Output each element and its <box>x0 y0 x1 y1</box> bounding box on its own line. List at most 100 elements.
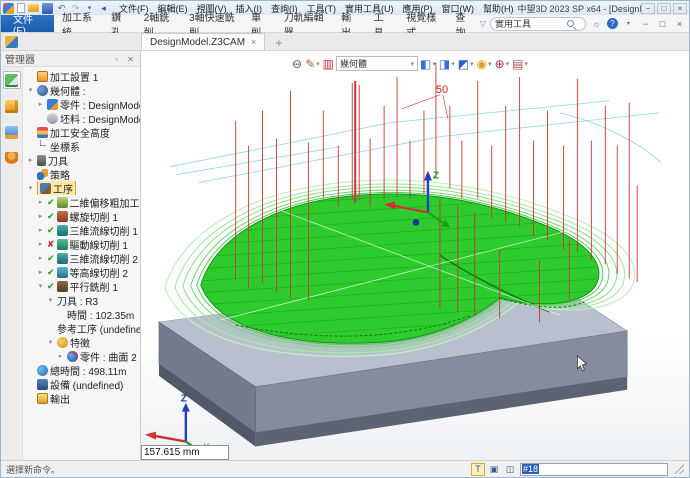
doc-close-button[interactable]: × <box>673 17 686 30</box>
qat-collapse-icon[interactable]: ◂ <box>98 3 109 14</box>
chevron-down-icon[interactable]: ▾ <box>506 60 510 68</box>
tree-item[interactable]: 加工設置 1 <box>23 69 140 83</box>
frame-icon <box>37 141 48 152</box>
expander-icon[interactable]: ▸ <box>36 212 45 220</box>
tree-item[interactable]: 總時間 : 498.11m <box>23 363 140 377</box>
ribbon-tab-4[interactable]: 車削 <box>243 15 276 32</box>
display-icon[interactable]: ▣ <box>487 463 501 476</box>
expander-icon[interactable]: ▸ <box>36 198 45 206</box>
chevron-down-icon[interactable]: ▾ <box>451 60 455 68</box>
expander-icon[interactable]: ▾ <box>46 338 55 346</box>
tree-item[interactable]: 輸出 <box>23 391 140 405</box>
cam-manager-icon[interactable] <box>3 71 21 89</box>
chevron-down-icon[interactable]: ▾ <box>432 60 436 68</box>
tree-item[interactable]: 策略 <box>23 167 140 181</box>
expander-icon[interactable]: ▾ <box>46 296 55 304</box>
tree-item[interactable]: 坐標系 <box>23 139 140 153</box>
ribbon-tab-3[interactable]: 3軸快速銑削 <box>181 15 243 32</box>
tree-item[interactable]: ▸零件 : 曲面 2 <box>23 349 140 363</box>
status-command-input[interactable]: #18 <box>520 463 668 476</box>
tree-item[interactable]: ▾✔平行銑削 1 <box>23 279 140 293</box>
close-button[interactable]: × <box>673 3 687 14</box>
expander-icon[interactable]: ▸ <box>26 156 35 164</box>
tree-item[interactable]: 參考工序 (undefined) <box>23 321 140 335</box>
tree-item[interactable]: ▸✘驅動線切削 1 <box>23 237 140 251</box>
expander-icon[interactable]: ▸ <box>56 352 65 360</box>
manager-dock-icon[interactable]: ▫ <box>111 53 122 64</box>
chevron-down-icon[interactable]: ▾ <box>488 60 492 68</box>
document-tab-close-icon[interactable]: × <box>251 37 256 47</box>
help-dropdown-icon[interactable]: ▾ <box>622 17 635 30</box>
tree-item[interactable]: 時間 : 102.35m <box>23 307 140 321</box>
tree-item[interactable]: ▸✔等高線切削 2 <box>23 265 140 279</box>
tree-item[interactable]: ▸零件 : DesignModel (1) < D <box>23 97 140 111</box>
minimize-button[interactable]: − <box>641 3 655 14</box>
tree-item[interactable]: 坯料 : DesignModel_坯料. <box>23 111 140 125</box>
tree-item[interactable]: 加工安全高度 <box>23 125 140 139</box>
visualize-icon[interactable] <box>3 123 21 141</box>
chevron-down-icon[interactable]: ▾ <box>524 60 528 68</box>
ribbon-tab-1[interactable]: 鑽孔 <box>103 15 136 32</box>
tree-item[interactable]: ▾特徵 <box>23 335 140 349</box>
maximize-button[interactable]: □ <box>657 3 671 14</box>
exit-icon[interactable]: ⊖ <box>291 57 303 71</box>
tree-item[interactable]: ▸✔二維偏移粗加工 1 <box>23 195 140 209</box>
new-document-tab-button[interactable]: + <box>265 36 292 50</box>
expander-icon[interactable]: ▸ <box>36 100 45 108</box>
tab-file[interactable]: 文件(F) <box>1 15 54 32</box>
target-icon[interactable]: ⊕▾ <box>494 57 511 71</box>
expander-icon[interactable]: ▸ <box>36 254 45 262</box>
section-icon[interactable]: ▤▾ <box>511 57 529 71</box>
help-icon[interactable]: ? <box>607 18 618 29</box>
wireframe-cube-icon[interactable]: ◨▾ <box>438 57 456 71</box>
save-icon[interactable] <box>42 3 53 14</box>
viewport-canvas[interactable]: 50 Z <box>141 51 689 460</box>
shaded-cube-icon[interactable]: ◧▾ <box>419 57 437 71</box>
paint-icon[interactable]: ✎▾ <box>304 57 321 71</box>
doc-restore-button[interactable]: □ <box>656 17 669 30</box>
ribbon-tab-6[interactable]: 輸出 <box>333 15 366 32</box>
solid-cube-icon[interactable]: ◩▾ <box>457 57 475 71</box>
expander-icon[interactable]: ▾ <box>36 282 45 290</box>
command-search-box[interactable] <box>490 17 586 31</box>
tree-item[interactable]: ▸✔三維流線切削 2 <box>23 251 140 265</box>
ribbon-tab-9[interactable]: 查詢 <box>447 15 480 32</box>
expander-icon[interactable]: ▸ <box>36 268 45 276</box>
ribbon-tab-0[interactable]: 加工系統 <box>54 15 103 32</box>
manager-close-icon[interactable]: ✕ <box>125 53 136 64</box>
view-geometry-select[interactable]: 幾何體▾ <box>336 56 418 71</box>
tree-item[interactable]: ▾幾何體 : <box>23 83 140 97</box>
settings-gear-icon[interactable]: ☼ <box>590 17 603 30</box>
tree-item[interactable]: ▸✔三維流線切削 1 <box>23 223 140 237</box>
text-mode-icon[interactable]: T <box>471 463 485 476</box>
resize-grip-icon[interactable] <box>674 464 684 474</box>
histogram-icon[interactable]: ▥ <box>322 57 335 71</box>
ribbon-tab-7[interactable]: 工具 <box>366 15 399 32</box>
expander-icon[interactable]: ▸ <box>36 226 45 234</box>
viewport[interactable]: ⊖✎▾▥幾何體▾◧▾◨▾◩▾◉▾⊕▾▤▾ <box>141 51 689 460</box>
tree-item[interactable]: ▸刀具 <box>23 153 140 167</box>
command-search-input[interactable] <box>495 19 567 29</box>
split-icon[interactable]: ◫ <box>503 463 517 476</box>
chevron-down-icon[interactable]: ▾ <box>316 60 320 68</box>
doc-minimize-button[interactable]: − <box>639 17 652 30</box>
document-tab-active[interactable]: DesignModel.Z3CAM × <box>141 33 265 50</box>
expander-icon[interactable]: ▾ <box>26 86 35 94</box>
workspace-icon[interactable] <box>5 36 18 48</box>
tree-item[interactable]: 設備 (undefined) <box>23 377 140 391</box>
menu-item-9[interactable]: 幫助(H) <box>479 1 518 16</box>
ribbon-tab-2[interactable]: 2軸銑削 <box>136 15 181 32</box>
ribbon-collapse-icon[interactable]: ▽ <box>480 19 486 28</box>
op-offset2d-icon <box>57 197 68 208</box>
expander-icon[interactable]: ▾ <box>26 184 35 192</box>
ribbon-tab-8[interactable]: 視覺樣式 <box>398 15 447 32</box>
ribbon-tab-5[interactable]: 刀軌編輯器 <box>276 15 333 32</box>
tree-item[interactable]: ▸✔螺旋切削 1 <box>23 209 140 223</box>
tree-item[interactable]: ▾工序 <box>23 181 140 195</box>
expander-icon[interactable]: ▸ <box>36 240 45 248</box>
chevron-down-icon[interactable]: ▾ <box>470 60 474 68</box>
appearance-icon[interactable]: ◉▾ <box>476 57 493 71</box>
tree-item[interactable]: ▾刀具 : R3 <box>23 293 140 307</box>
assembly-icon[interactable] <box>3 149 21 167</box>
solid-icon[interactable] <box>3 97 21 115</box>
